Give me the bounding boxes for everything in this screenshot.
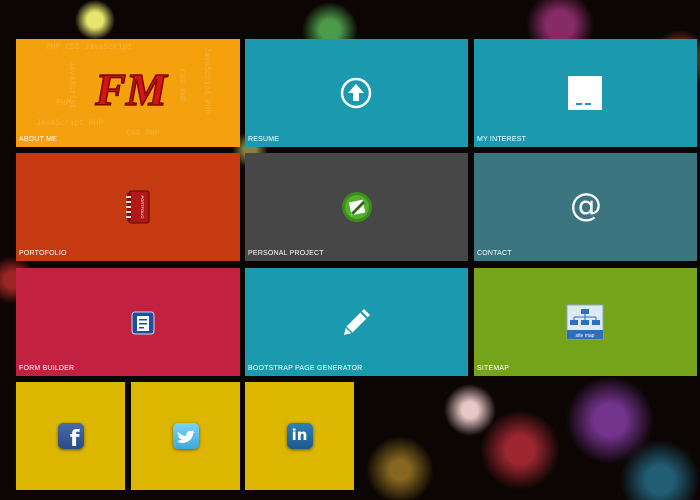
tile-personal-project-label: PERSONAL PROJECT — [248, 250, 324, 257]
tile-resume-label: RESUME — [248, 136, 280, 143]
portfolio-book-text: PORTFOLIO — [140, 195, 145, 218]
tile-linkedin[interactable]: in — [245, 382, 354, 490]
tile-about-me[interactable]: PHP CSS JavaScript JavaScript JavaScript… — [16, 39, 240, 147]
twitter-bird-icon — [176, 430, 195, 443]
tile-form-builder[interactable]: FORM BUILDER — [16, 268, 240, 376]
facebook-icon: f — [57, 423, 84, 452]
tile-personal-project[interactable]: PERSONAL PROJECT — [245, 153, 468, 261]
tile-bootstrap-generator[interactable]: BOOTSTRAP PAGE GENERATOR — [245, 268, 468, 376]
tile-contact[interactable]: @ CONTACT — [474, 153, 697, 261]
facebook-icon-glyph: f — [69, 427, 80, 452]
tile-form-builder-label: FORM BUILDER — [19, 365, 75, 372]
portfolio-book-icon: PORTFOLIO — [126, 190, 150, 224]
tile-portfolio-label: PORTOFOLIO — [19, 250, 67, 257]
fm-logo-icon: FM — [93, 63, 169, 116]
tile-about-me-label: ABOUT ME — [19, 136, 58, 143]
form-icon — [131, 311, 155, 335]
pencil-icon — [344, 309, 370, 335]
tile-sitemap[interactable]: site map SITEMAP — [474, 268, 697, 376]
tile-twitter[interactable] — [131, 382, 240, 490]
sitemap-icon: site map — [566, 304, 604, 340]
project-icon — [342, 192, 372, 222]
upload-arrow-icon — [340, 77, 372, 109]
fm-logo-text: FM — [94, 64, 169, 115]
tile-my-interest[interactable]: MY INTEREST — [474, 39, 697, 147]
tile-bootstrap-generator-label: BOOTSTRAP PAGE GENERATOR — [248, 365, 363, 372]
tile-sitemap-label: SITEMAP — [477, 365, 510, 372]
at-sign-icon: @ — [570, 186, 602, 224]
tile-facebook[interactable]: f — [16, 382, 125, 490]
tile-portfolio[interactable]: PORTFOLIO PORTOFOLIO — [16, 153, 240, 261]
twitter-icon — [172, 423, 199, 449]
linkedin-icon-glyph: in — [291, 426, 308, 444]
tile-contact-label: CONTACT — [477, 250, 512, 257]
sitemap-icon-text: site map — [576, 333, 595, 339]
linkedin-icon: in — [286, 423, 313, 449]
window-icon — [568, 76, 602, 110]
tile-my-interest-label: MY INTEREST — [477, 136, 527, 143]
tile-resume[interactable]: RESUME — [245, 39, 468, 147]
